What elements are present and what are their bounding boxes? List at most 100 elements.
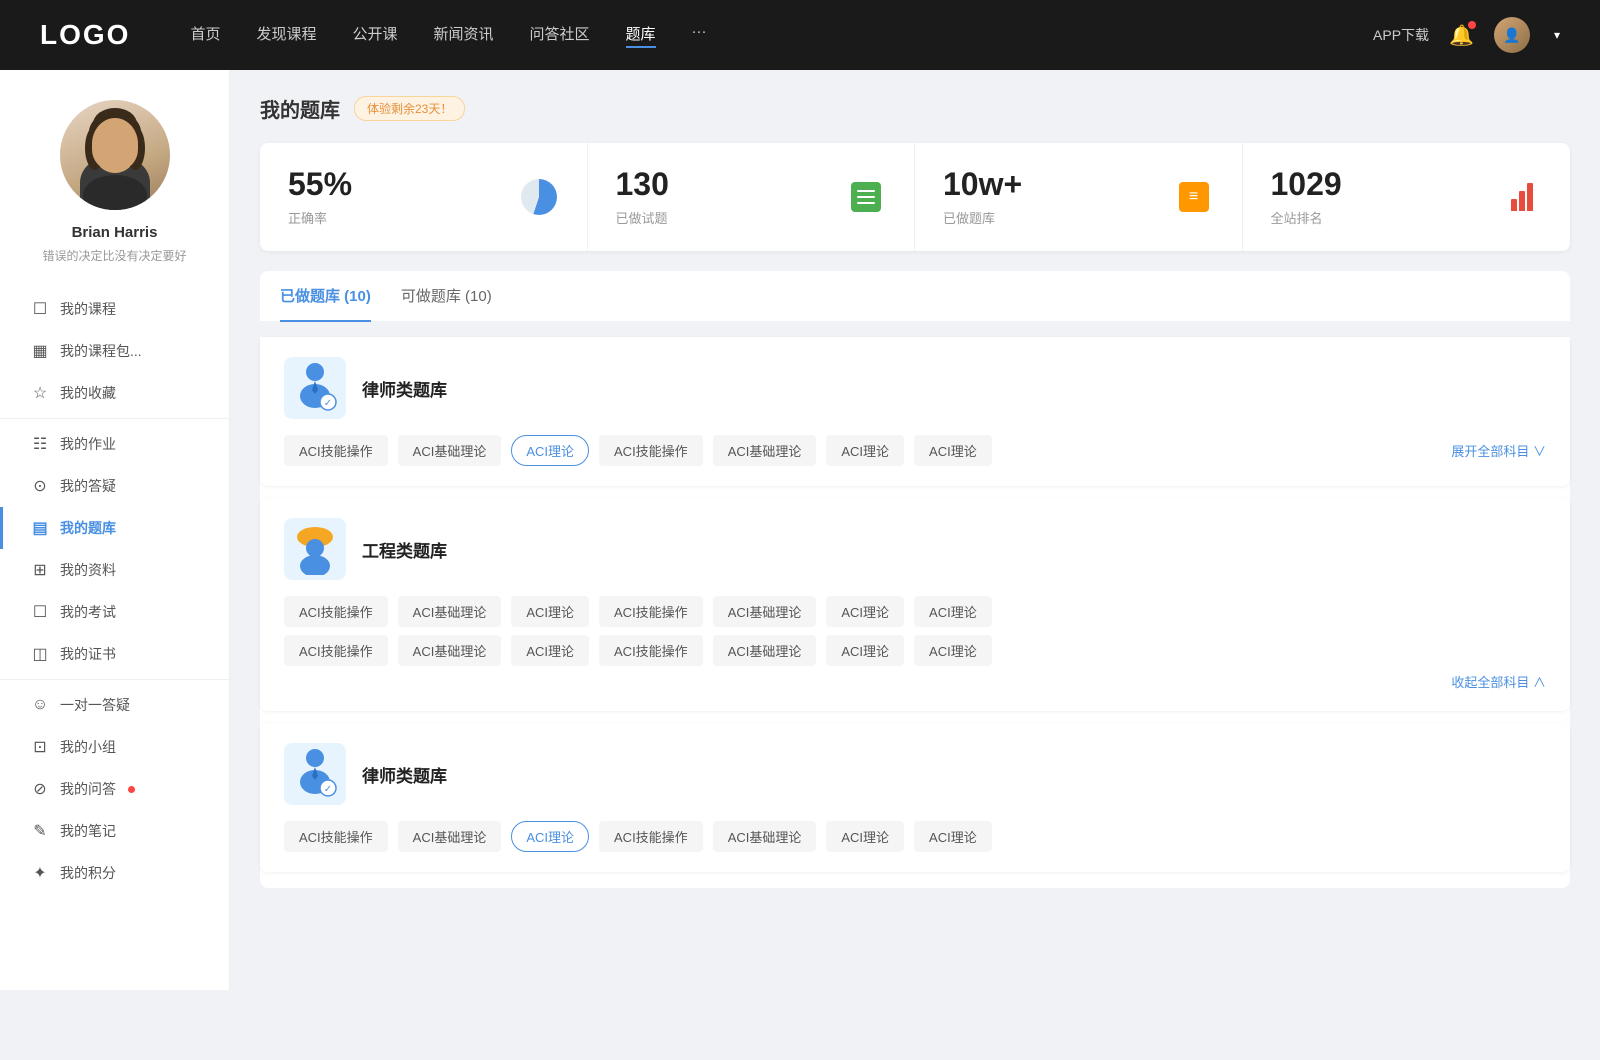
nav-qbank[interactable]: 题库	[626, 23, 656, 48]
sidebar-item-label: 我的课程	[60, 299, 116, 319]
nav-more[interactable]: ···	[692, 23, 707, 48]
qbank-title-1: 律师类题库	[362, 376, 447, 401]
qbank-tag[interactable]: ACI理论	[826, 821, 904, 852]
points-icon: ✦	[30, 863, 50, 883]
tab-available[interactable]: 可做题库 (10)	[401, 271, 492, 322]
sidebar-item-favorites[interactable]: ☆ 我的收藏	[0, 372, 229, 414]
exam-icon: ☐	[30, 602, 50, 622]
qbank-icon: ▤	[30, 518, 50, 538]
navbar: LOGO 首页 发现课程 公开课 新闻资讯 问答社区 题库 ··· APP下载 …	[0, 0, 1600, 70]
package-icon: ▦	[30, 341, 50, 361]
sidebar-item-my-course[interactable]: ☐ 我的课程	[0, 288, 229, 330]
sidebar-item-notes[interactable]: ✎ 我的笔记	[0, 810, 229, 852]
sidebar-item-certificate[interactable]: ◫ 我的证书	[0, 633, 229, 675]
avatar-image	[60, 100, 170, 210]
notes-icon: ✎	[30, 821, 50, 841]
qbank-tag[interactable]: ACI理论	[826, 596, 904, 627]
stats-row: 55% 正确率 130 已做试题	[260, 143, 1570, 251]
tab-done[interactable]: 已做题库 (10)	[280, 271, 371, 322]
sidebar-item-label: 我的答疑	[60, 476, 116, 496]
list-line-1	[857, 190, 875, 192]
svg-text:✓: ✓	[324, 784, 332, 795]
qbank-tag[interactable]: ACI技能操作	[599, 635, 703, 666]
qbank-tag[interactable]: ACI理论	[511, 635, 589, 666]
nav-news[interactable]: 新闻资讯	[434, 23, 494, 48]
ranking-icon	[1502, 177, 1542, 217]
sidebar-item-profile[interactable]: ⊞ 我的资料	[0, 549, 229, 591]
nav-qa[interactable]: 问答社区	[530, 23, 590, 48]
notification-dot	[1468, 21, 1476, 29]
qbank-tag[interactable]: ACI技能操作	[284, 596, 388, 627]
stat-label: 已做题库	[943, 208, 1158, 227]
stat-banks-done: 10w+ 已做题库 ≡	[915, 143, 1243, 251]
sidebar-item-label: 我的问答	[60, 779, 116, 799]
qbank-tag[interactable]: ACI技能操作	[599, 821, 703, 852]
sidebar-item-tutoring[interactable]: ☺ 一对一答疑	[0, 684, 229, 726]
svg-text:✓: ✓	[324, 398, 332, 409]
sidebar-motto: 错误的决定比没有决定要好	[22, 247, 206, 264]
nav-discover[interactable]: 发现课程	[256, 23, 316, 48]
qbank-tag[interactable]: ACI技能操作	[284, 821, 388, 852]
qbank-tag[interactable]: ACI技能操作	[599, 596, 703, 627]
qbank-tag[interactable]: ACI理论	[826, 635, 904, 666]
group-icon: ⊡	[30, 737, 50, 757]
tabs-content-area: 已做题库 (10) 可做题库 (10)	[260, 271, 1570, 888]
sidebar-item-points[interactable]: ✦ 我的积分	[0, 852, 229, 894]
sidebar-item-qa[interactable]: ⊙ 我的答疑	[0, 465, 229, 507]
qbank-tag[interactable]: ACI基础理论	[713, 596, 817, 627]
sidebar-item-label: 我的证书	[60, 644, 116, 664]
sidebar-item-group[interactable]: ⊡ 我的小组	[0, 726, 229, 768]
qbank-tag[interactable]: ACI理论	[826, 435, 904, 466]
qbank-tag[interactable]: ACI技能操作	[284, 635, 388, 666]
list-line-3	[857, 202, 875, 204]
engineer-icon	[292, 523, 338, 575]
sidebar-item-qbank[interactable]: ▤ 我的题库	[0, 507, 229, 549]
qbank-tag-selected[interactable]: ACI理论	[511, 435, 589, 466]
qbank-icon-wrap-1: ✓	[284, 357, 346, 419]
qbank-tag[interactable]: ACI基础理论	[398, 821, 502, 852]
nav-open-course[interactable]: 公开课	[352, 23, 397, 48]
stat-value: 130	[616, 167, 831, 202]
qbank-tag[interactable]: ACI技能操作	[599, 435, 703, 466]
qbank-tag[interactable]: ACI基础理论	[398, 596, 502, 627]
qbank-tag[interactable]: ACI理论	[914, 435, 992, 466]
app-download-button[interactable]: APP下载	[1373, 25, 1429, 45]
qbank-tag[interactable]: ACI理论	[511, 596, 589, 627]
expand-button-1[interactable]: 展开全部科目 ∨	[1451, 441, 1546, 460]
qbank-tag[interactable]: ACI基础理论	[713, 821, 817, 852]
tutoring-icon: ☺	[30, 696, 50, 714]
qbank-tag-selected[interactable]: ACI理论	[511, 821, 589, 852]
qbank-title-2: 工程类题库	[362, 537, 447, 562]
qbank-icon-wrap-3: ✓	[284, 743, 346, 805]
notification-bell[interactable]: 🔔	[1449, 23, 1474, 48]
qbank-tag[interactable]: ACI理论	[914, 596, 992, 627]
qbank-tag[interactable]: ACI基础理论	[713, 635, 817, 666]
qbank-tag[interactable]: ACI理论	[914, 821, 992, 852]
sidebar-item-my-qa[interactable]: ⊘ 我的问答	[0, 768, 229, 810]
page-wrapper: Brian Harris 错误的决定比没有决定要好 ☐ 我的课程 ▦ 我的课程包…	[0, 70, 1600, 990]
qbank-tag[interactable]: ACI技能操作	[284, 435, 388, 466]
qbank-tag[interactable]: ACI理论	[914, 635, 992, 666]
collapse-button-2[interactable]: 收起全部科目 ∧	[1451, 672, 1546, 691]
trial-badge: 体验剩余23天！	[354, 96, 465, 121]
qbank-tag[interactable]: ACI基础理论	[713, 435, 817, 466]
nav-home[interactable]: 首页	[190, 23, 220, 48]
user-menu-chevron-icon[interactable]: ▾	[1554, 28, 1560, 42]
sidebar-item-homework[interactable]: ☷ 我的作业	[0, 423, 229, 465]
banks-icon: ≡	[1174, 177, 1214, 217]
sidebar-item-course-package[interactable]: ▦ 我的课程包...	[0, 330, 229, 372]
navbar-right: APP下载 🔔 👤 ▾	[1373, 17, 1560, 53]
user-avatar[interactable]: 👤	[1494, 17, 1530, 53]
stat-info: 10w+ 已做题库	[943, 167, 1158, 227]
qbank-tag[interactable]: ACI基础理论	[398, 635, 502, 666]
sidebar-item-label: 我的笔记	[60, 821, 116, 841]
qa-icon: ⊙	[30, 476, 50, 496]
lawyer-icon-2: ✓	[292, 748, 338, 800]
main-content: 我的题库 体验剩余23天！ 55% 正确率 130 已做试题	[230, 70, 1600, 990]
correct-rate-icon	[519, 177, 559, 217]
qbank-tags-1: ACI技能操作 ACI基础理论 ACI理论 ACI技能操作 ACI基础理论 AC…	[284, 435, 1546, 466]
stat-info: 1029 全站排名	[1271, 167, 1487, 227]
sidebar-item-exam[interactable]: ☐ 我的考试	[0, 591, 229, 633]
stat-value: 10w+	[943, 167, 1158, 202]
qbank-tag[interactable]: ACI基础理论	[398, 435, 502, 466]
